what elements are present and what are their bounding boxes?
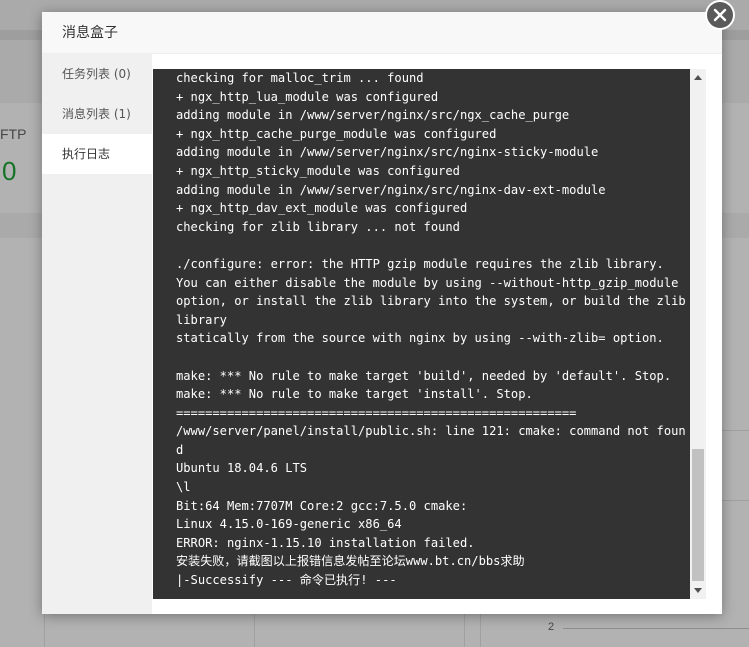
tab-task-list[interactable]: 任务列表 (0): [42, 54, 152, 94]
log-line: |-Successify --- 命令已执行! ---: [176, 573, 397, 588]
tab-label: 执行日志: [62, 147, 111, 161]
log-line: option, or install the zlib library into…: [176, 294, 686, 309]
scroll-up-arrow-icon[interactable]: [690, 69, 706, 85]
log-line: + ngx_http_cache_purge_module was config…: [176, 126, 497, 141]
message-box-dialog: 消息盒子 任务列表 (0) 消息列表 (1) 执行日志 checking for…: [42, 0, 735, 614]
log-output: checking for malloc_trim ... found + ngx_…: [153, 69, 690, 599]
log-line: + ngx_http_lua_module was configured: [176, 89, 439, 104]
scroll-down-arrow-icon[interactable]: [690, 583, 706, 599]
scrollbar-thumb[interactable]: [692, 449, 704, 581]
tab-message-list[interactable]: 消息列表 (1): [42, 94, 152, 134]
log-line: checking for zlib library ... not found: [176, 219, 460, 234]
tab-execution-log[interactable]: 执行日志: [42, 134, 152, 174]
log-line: \l: [176, 480, 191, 495]
dialog-title: 消息盒子: [62, 25, 118, 41]
dialog-sidebar: 任务列表 (0) 消息列表 (1) 执行日志: [42, 54, 152, 614]
log-line: statically from the source with nginx by…: [176, 331, 664, 346]
log-line: 安装失败，请截图以上报错信息发帖至论坛www.bt.cn/bbs求助: [176, 554, 525, 569]
log-line: ERROR: nginx-1.15.10 installation failed…: [176, 535, 475, 550]
log-line: library: [176, 312, 227, 327]
log-line: ========================================…: [176, 405, 577, 420]
log-line: make: *** No rule to make target 'build'…: [176, 368, 672, 383]
log-line: Bit:64 Mem:7707M Core:2 gcc:7.5.0 cmake:: [176, 498, 468, 513]
log-line: Ubuntu 18.04.6 LTS: [176, 461, 308, 476]
log-line: /www/server/panel/install/public.sh: lin…: [176, 424, 686, 439]
log-line: + ngx_http_dav_ext_module was configured: [176, 201, 468, 216]
log-line: adding module in /www/server/nginx/src/n…: [176, 182, 606, 197]
close-icon[interactable]: [707, 2, 733, 28]
tab-label: 任务列表 (0): [62, 67, 131, 81]
log-line: checking for malloc_trim ... found: [176, 71, 424, 85]
tab-label: 消息列表 (1): [62, 107, 131, 121]
log-line: ./configure: error: the HTTP gzip module…: [176, 256, 664, 271]
log-line: You can either disable the module by usi…: [176, 275, 679, 290]
log-line: d: [176, 442, 184, 457]
close-button[interactable]: [705, 0, 735, 30]
log-console[interactable]: checking for malloc_trim ... found + ngx_…: [153, 69, 706, 599]
dialog-header: 消息盒子: [42, 12, 722, 54]
log-line: adding module in /www/server/nginx/src/n…: [176, 108, 570, 123]
console-scrollbar[interactable]: [690, 69, 706, 599]
log-line: + ngx_http_sticky_module was configured: [176, 163, 460, 178]
log-line: Linux 4.15.0-169-generic x86_64: [176, 517, 402, 532]
log-line: adding module in /www/server/nginx/src/n…: [176, 145, 599, 160]
log-line: make: *** No rule to make target 'instal…: [176, 387, 533, 402]
